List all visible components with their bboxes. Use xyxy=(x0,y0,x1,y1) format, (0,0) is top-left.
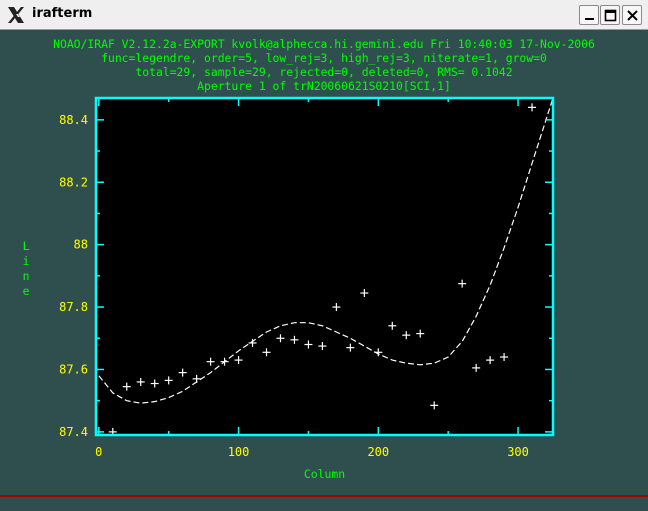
y-tick-label: 88.4 xyxy=(59,113,88,127)
y-axis-label-char: e xyxy=(23,284,30,298)
y-tick-label: 87.6 xyxy=(59,362,88,376)
y-axis-label-char: L xyxy=(23,239,30,253)
x-axis-label: Column xyxy=(304,467,345,481)
plot-area xyxy=(96,98,553,435)
y-tick-label: 87.8 xyxy=(59,300,88,314)
y-axis-label: Line xyxy=(23,239,30,298)
y-axis-label-char: i xyxy=(23,254,30,268)
fit-plot: 0 100 200 30087.487.687.88888.288.4 Column … xyxy=(23,96,555,481)
x-tick-label: 0 xyxy=(95,445,102,459)
x-tick-label: 100 xyxy=(228,445,250,459)
y-tick-label: 88.2 xyxy=(59,175,88,189)
y-tick-label: 88 xyxy=(74,238,88,252)
y-tick-label: 87.4 xyxy=(59,425,88,439)
x-tick-label: 300 xyxy=(507,445,529,459)
y-axis-label-char: n xyxy=(23,269,30,283)
x-tick-label: 200 xyxy=(367,445,389,459)
